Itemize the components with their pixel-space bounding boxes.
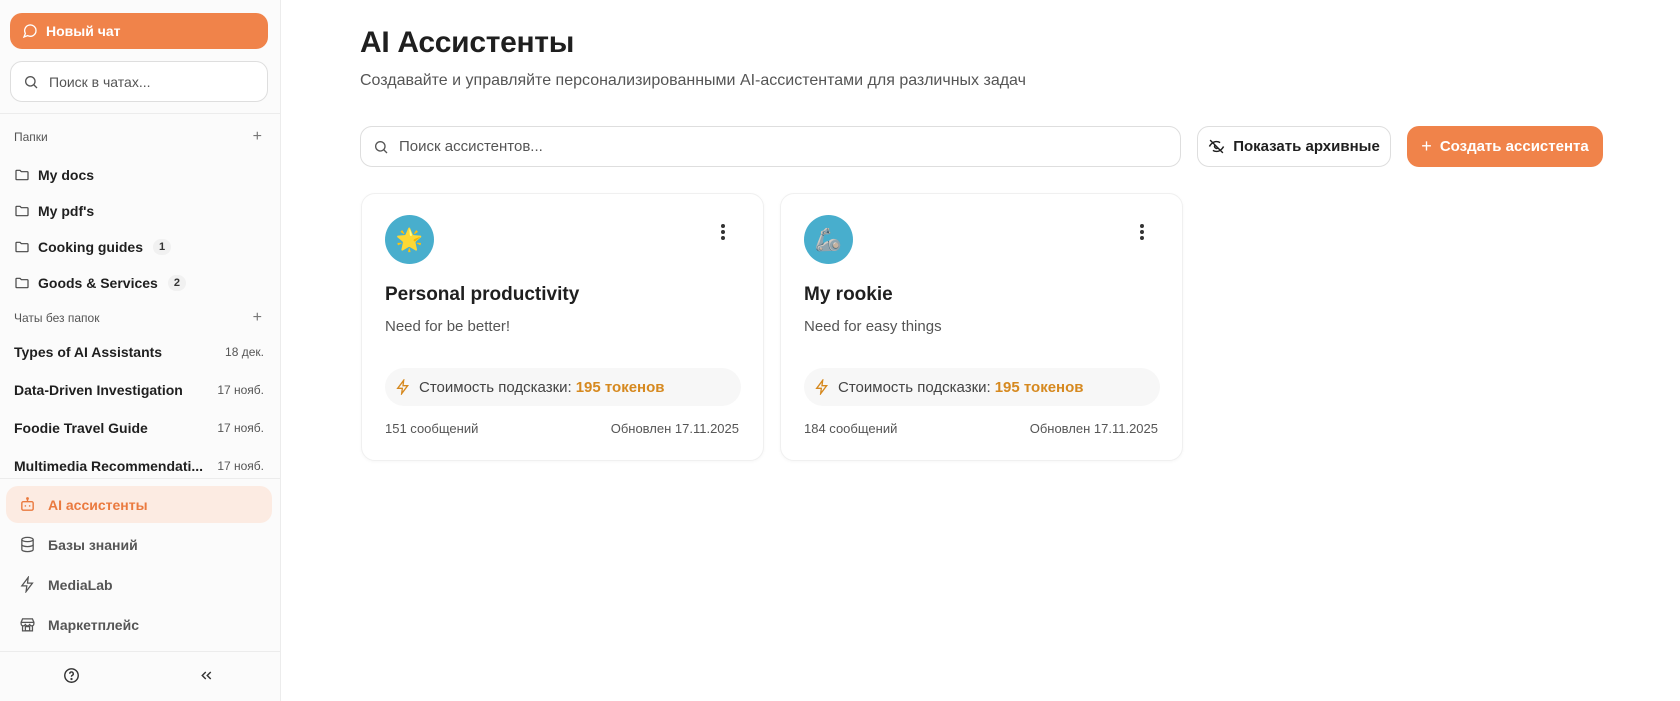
chat-title: Types of AI Assistants: [14, 344, 163, 360]
folder-count-badge: 1: [153, 239, 172, 255]
unfiled-chats-header: Чаты без папок +: [14, 309, 268, 327]
lightning-icon: [396, 379, 409, 395]
kebab-dot-icon: [1140, 236, 1144, 240]
help-button[interactable]: [63, 667, 80, 689]
cost-tokens: 195 токенов: [994, 378, 1084, 396]
chat-title: Foodie Travel Guide: [14, 420, 148, 436]
add-chat-button[interactable]: +: [253, 309, 262, 327]
kebab-dot-icon: [721, 224, 725, 228]
page-title: AI Ассистенты: [360, 26, 575, 59]
cost-label: Стоимость подсказки:: [419, 378, 572, 396]
chat-date: 17 нояб.: [217, 383, 264, 397]
folder-name: Goods & Services: [38, 275, 158, 291]
store-icon: [20, 618, 35, 632]
prompt-cost: Стоимость подсказки: 195 токенов: [804, 368, 1160, 406]
chat-search-box: [10, 61, 268, 102]
folder-item[interactable]: My pdf's: [14, 199, 94, 223]
nav-medialab[interactable]: MediaLab: [6, 566, 272, 603]
page-subtitle: Создавайте и управляйте персонализирован…: [360, 72, 1026, 89]
unfiled-title: Чаты без папок: [14, 311, 100, 325]
chat-list-item[interactable]: Data-Driven Investigation 17 нояб.: [14, 378, 264, 402]
divider: [0, 478, 281, 479]
assistant-name: My rookie: [804, 284, 893, 305]
folder-item[interactable]: Goods & Services 2: [14, 271, 186, 295]
folder-item[interactable]: My docs: [14, 163, 94, 187]
card-menu-button[interactable]: [721, 224, 727, 242]
chat-list-item[interactable]: Foodie Travel Guide 17 нояб.: [14, 416, 264, 440]
chat-list-item[interactable]: Types of AI Assistants 18 дек.: [14, 340, 264, 364]
folder-name: My pdf's: [38, 203, 95, 219]
cost-label: Стоимость подсказки:: [838, 378, 991, 396]
assistant-avatar: 🌟: [385, 215, 434, 264]
nav-label: AI ассистенты: [48, 496, 148, 513]
sidebar-footer: [0, 651, 281, 701]
chat-title: Multimedia Recommendati...: [14, 458, 204, 474]
divider: [0, 113, 281, 114]
new-chat-label: Новый чат: [46, 23, 121, 39]
nav-label: MediaLab: [48, 576, 113, 593]
chat-search-input[interactable]: [49, 73, 249, 90]
kebab-dot-icon: [1140, 230, 1144, 234]
chat-date: 18 дек.: [225, 345, 264, 359]
plus-icon: +: [1421, 136, 1432, 156]
eye-off-icon: [1208, 139, 1225, 154]
chat-date: 17 нояб.: [217, 421, 264, 435]
folder-item[interactable]: Cooking guides 1: [14, 235, 172, 259]
assistant-card[interactable]: 🌟 Personal productivity Need for be bett…: [361, 193, 764, 461]
folder-icon: [15, 169, 29, 181]
kebab-dot-icon: [721, 236, 725, 240]
chat-list-item[interactable]: Multimedia Recommendati... 17 нояб.: [14, 454, 264, 478]
folders-header: Папки +: [14, 128, 268, 146]
chat-date: 17 нояб.: [217, 459, 264, 473]
nav-marketplace[interactable]: Маркетплейс: [6, 606, 272, 643]
folder-icon: [15, 205, 29, 217]
nav-label: Базы знаний: [48, 536, 138, 553]
add-folder-button[interactable]: +: [253, 128, 262, 146]
chevrons-left-icon: [201, 671, 212, 680]
assistant-avatar: 🦾: [804, 215, 853, 264]
star-emoji-icon: 🌟: [395, 226, 424, 252]
folder-count-badge: 2: [167, 275, 186, 291]
nav-label: Маркетплейс: [48, 616, 139, 633]
show-archived-label: Показать архивные: [1233, 138, 1380, 155]
lightning-icon: [20, 576, 34, 593]
updated-date: Обновлен 17.11.2025: [610, 421, 739, 436]
kebab-dot-icon: [1140, 224, 1144, 228]
nav-knowledge-bases[interactable]: Базы знаний: [6, 526, 272, 563]
assistant-description: Need for be better!: [385, 318, 511, 335]
folder-name: My docs: [38, 167, 95, 183]
sidebar: Новый чат Папки + My docs My pdf's Cooki…: [0, 0, 281, 701]
assistant-card[interactable]: 🦾 My rookie Need for easy things Стоимос…: [780, 193, 1183, 461]
search-icon: [375, 140, 388, 153]
assistant-description: Need for easy things: [804, 318, 942, 335]
folder-icon: [15, 277, 29, 289]
create-assistant-button[interactable]: + Создать ассистента: [1407, 126, 1603, 167]
updated-date: Обновлен 17.11.2025: [1029, 421, 1158, 436]
show-archived-button[interactable]: Показать архивные: [1197, 126, 1391, 167]
mechanical-arm-emoji-icon: 🦾: [814, 226, 843, 252]
cost-tokens: 195 токенов: [575, 378, 665, 396]
lightning-icon: [815, 379, 828, 395]
card-menu-button[interactable]: [1140, 224, 1146, 242]
new-chat-button[interactable]: Новый чат: [10, 13, 268, 49]
assistant-search-box: [360, 126, 1181, 167]
database-icon: [21, 536, 34, 553]
message-count: 184 сообщений: [804, 421, 898, 436]
folder-icon: [15, 241, 29, 253]
message-count: 151 сообщений: [385, 421, 479, 436]
assistant-name: Personal productivity: [385, 284, 580, 305]
chat-bubble-icon: [22, 24, 37, 39]
search-icon: [25, 75, 38, 88]
kebab-dot-icon: [721, 230, 725, 234]
chat-title: Data-Driven Investigation: [14, 382, 183, 398]
folder-name: Cooking guides: [38, 239, 143, 255]
create-assistant-label: Создать ассистента: [1439, 138, 1589, 155]
help-circle-icon: [64, 668, 79, 683]
folders-title: Папки: [14, 130, 48, 144]
prompt-cost: Стоимость подсказки: 195 токенов: [385, 368, 741, 406]
assistant-search-input[interactable]: [399, 138, 1159, 155]
collapse-sidebar-button[interactable]: [198, 667, 215, 689]
bot-icon: [21, 497, 34, 511]
nav-ai-assistants[interactable]: AI ассистенты: [6, 486, 272, 523]
